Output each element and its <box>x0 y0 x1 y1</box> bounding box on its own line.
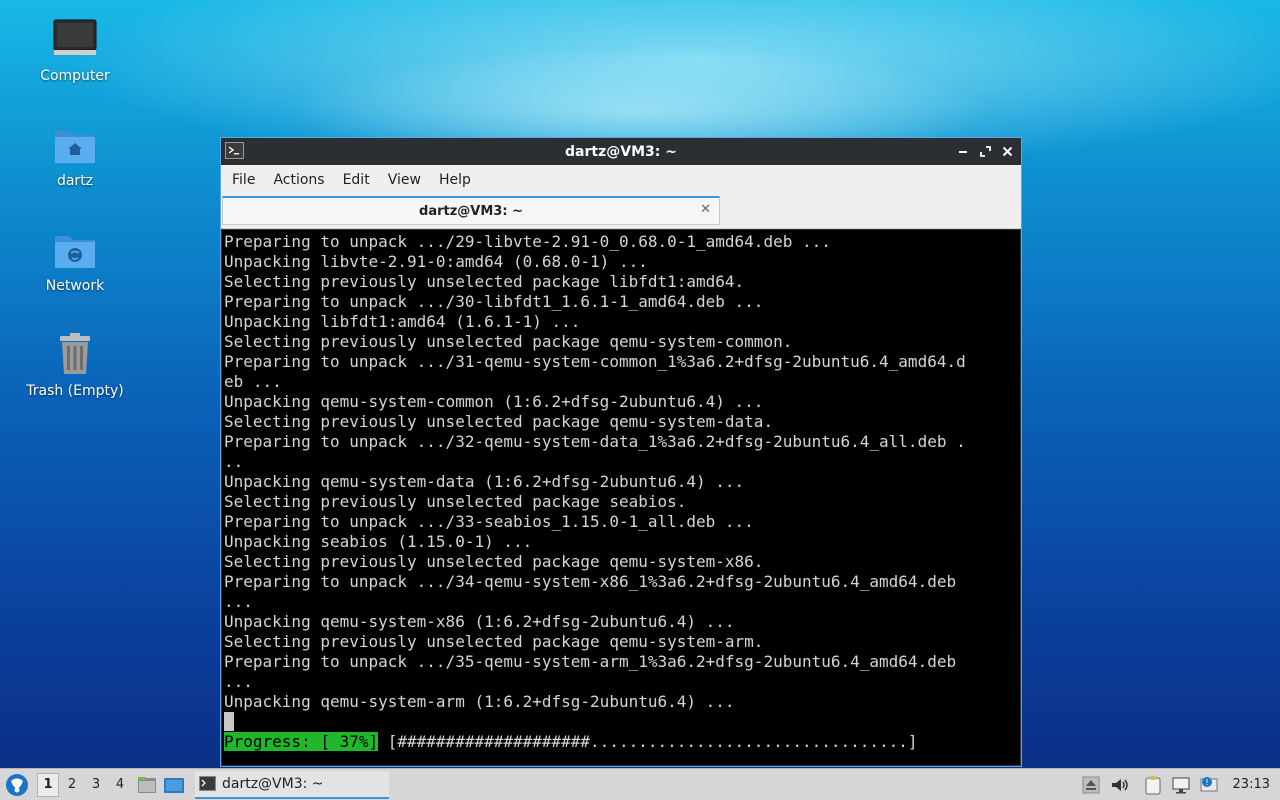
computer-icon <box>53 19 97 55</box>
terminal-line: Selecting previously unselected package … <box>224 552 764 571</box>
desktop-icon-home[interactable]: dartz <box>20 121 130 189</box>
maximize-icon <box>979 145 991 157</box>
terminal-line: Unpacking libfdt1:amd64 (1.6.1-1) ... <box>224 312 581 331</box>
tab-close-icon[interactable]: ✕ <box>700 202 711 217</box>
terminal-line: ... <box>224 672 253 691</box>
tab-label: dartz@VM3: ~ <box>419 203 523 219</box>
terminal-line: Preparing to unpack .../30-libfdt1_1.6.1… <box>224 292 764 311</box>
window-titlebar[interactable]: dartz@VM3: ~ <box>221 138 1021 165</box>
terminal-icon <box>199 776 216 791</box>
taskbar: 1 2 3 4 dartz@VM3: ~ ! 23:13 <box>0 768 1280 800</box>
taskbar-task-terminal[interactable]: dartz@VM3: ~ <box>195 770 389 799</box>
window-title: dartz@VM3: ~ <box>565 143 677 160</box>
terminal-line: Preparing to unpack .../31-qemu-system-c… <box>224 352 966 371</box>
desktop-icon-label: Computer <box>40 68 110 84</box>
terminal-line: Preparing to unpack .../35-qemu-system-a… <box>224 652 957 671</box>
maximize-button[interactable] <box>977 142 993 160</box>
terminal-icon <box>225 142 244 159</box>
file-manager-icon[interactable] <box>136 774 158 796</box>
terminal-line: .. <box>224 452 244 471</box>
menu-actions[interactable]: Actions <box>264 172 333 188</box>
menu-bar: File Actions Edit View Help <box>221 165 1021 195</box>
desktop-icon-label: dartz <box>56 173 94 189</box>
desktop-icon-label: Network <box>45 278 105 294</box>
network-folder-icon <box>55 236 95 268</box>
close-button[interactable] <box>999 142 1015 160</box>
trash-icon <box>60 333 90 374</box>
update-notifier-icon[interactable]: ! <box>1199 775 1219 795</box>
terminal-cursor-line <box>224 712 1020 732</box>
svg-text:!: ! <box>1205 778 1208 787</box>
text-cursor <box>224 712 234 731</box>
clock[interactable]: 23:13 <box>1233 777 1270 792</box>
terminal-line: eb ... <box>224 372 282 391</box>
terminal-line: Selecting previously unselected package … <box>224 632 764 651</box>
menu-file[interactable]: File <box>223 172 264 188</box>
minimize-button[interactable] <box>955 142 971 160</box>
workspace-2[interactable]: 2 <box>61 773 83 797</box>
system-tray: ! 23:13 <box>1081 769 1280 800</box>
terminal-line: Unpacking qemu-system-arm (1:6.2+dfsg-2u… <box>224 692 735 711</box>
tab-bar: dartz@VM3: ~ ✕ <box>221 195 1021 229</box>
terminal-line: Unpacking qemu-system-data (1:6.2+dfsg-2… <box>224 472 745 491</box>
terminal-line: Selecting previously unselected package … <box>224 412 774 431</box>
menu-view[interactable]: View <box>379 172 430 188</box>
terminal-line: Unpacking qemu-system-x86 (1:6.2+dfsg-2u… <box>224 612 735 631</box>
eject-icon[interactable] <box>1081 775 1101 795</box>
workspace-3[interactable]: 3 <box>85 773 107 797</box>
network-icon[interactable] <box>1171 775 1191 795</box>
desktop-icon-label: Trash (Empty) <box>26 383 124 399</box>
terminal-line: Unpacking libvte-2.91-0:amd64 (0.68.0-1)… <box>224 252 648 271</box>
desktop-icon-computer[interactable]: Computer <box>20 16 130 84</box>
menu-edit[interactable]: Edit <box>334 172 379 188</box>
start-menu-icon[interactable] <box>3 771 31 799</box>
show-desktop-icon[interactable] <box>163 774 185 796</box>
terminal-line: Preparing to unpack .../29-libvte-2.91-0… <box>224 232 831 251</box>
workspace-4[interactable]: 4 <box>109 773 131 797</box>
menu-help[interactable]: Help <box>430 172 480 188</box>
terminal-window[interactable]: dartz@VM3: ~ File Actions Edit View Help… <box>220 137 1022 767</box>
terminal-line: Unpacking qemu-system-common (1:6.2+dfsg… <box>224 392 764 411</box>
terminal-tab[interactable]: dartz@VM3: ~ ✕ <box>222 196 720 225</box>
terminal-line: Selecting previously unselected package … <box>224 272 745 291</box>
desktop-icon-network[interactable]: Network <box>20 226 130 294</box>
terminal-output[interactable]: Preparing to unpack .../29-libvte-2.91-0… <box>222 230 1020 765</box>
terminal-line: Selecting previously unselected package … <box>224 332 793 351</box>
home-folder-icon <box>55 131 95 163</box>
desktop-icon-trash[interactable]: Trash (Empty) <box>20 331 130 399</box>
close-icon <box>1002 146 1012 156</box>
progress-label: Progress: [ 37%] <box>224 732 379 751</box>
terminal-line: Unpacking seabios (1.15.0-1) ... <box>224 532 533 551</box>
progress-bar-text: [####################...................… <box>378 732 918 751</box>
terminal-line: Preparing to unpack .../33-seabios_1.15.… <box>224 512 754 531</box>
progress-line: Progress: [ 37%] [####################..… <box>224 732 1020 752</box>
terminal-line: Selecting previously unselected package … <box>224 492 687 511</box>
terminal-line: Preparing to unpack .../34-qemu-system-x… <box>224 572 957 591</box>
volume-icon[interactable] <box>1109 775 1129 795</box>
task-label: dartz@VM3: ~ <box>222 775 324 792</box>
terminal-line: Preparing to unpack .../32-qemu-system-d… <box>224 432 966 451</box>
terminal-line: ... <box>224 592 253 611</box>
minimize-icon <box>959 151 967 153</box>
workspace-1[interactable]: 1 <box>37 772 59 797</box>
clipboard-icon[interactable] <box>1143 775 1163 795</box>
